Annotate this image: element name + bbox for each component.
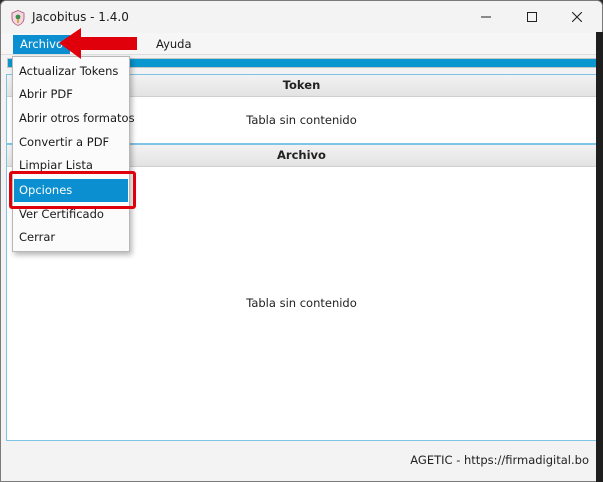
archivo-dropdown-menu: Actualizar Tokens Abrir PDF Abrir otros … [12,56,135,252]
annotation-highlight-box [9,171,136,209]
footer-link-text: AGETIC - https://firmadigital.bo [410,453,589,467]
menu-item-actualizar-tokens[interactable]: Actualizar Tokens [14,60,128,83]
menu-item-abrir-pdf[interactable]: Abrir PDF [14,83,128,106]
minimize-button[interactable] [463,1,509,33]
archivo-empty-text: Tabla sin contenido [246,296,357,310]
maximize-icon [527,12,537,22]
app-logo-icon [11,10,25,26]
window-title: Jacobitus - 1.4.0 [32,10,129,24]
close-button[interactable] [554,1,600,33]
menu-ayuda[interactable]: Ayuda [149,35,199,54]
menu-item-abrir-otros-formatos[interactable]: Abrir otros formatos [14,107,135,130]
close-icon [572,12,582,22]
maximize-button[interactable] [509,1,555,33]
desktop-edge [596,32,603,482]
menu-item-cerrar[interactable]: Cerrar [14,226,128,249]
minimize-icon [481,16,491,18]
app-window: Jacobitus - 1.4.0 Archivo Ayuda Token Ta… [0,0,603,482]
menu-item-convertir-a-pdf[interactable]: Convertir a PDF [14,131,128,154]
annotation-arrow-icon [59,28,137,59]
status-footer: AGETIC - https://firmadigital.bo [6,444,597,474]
